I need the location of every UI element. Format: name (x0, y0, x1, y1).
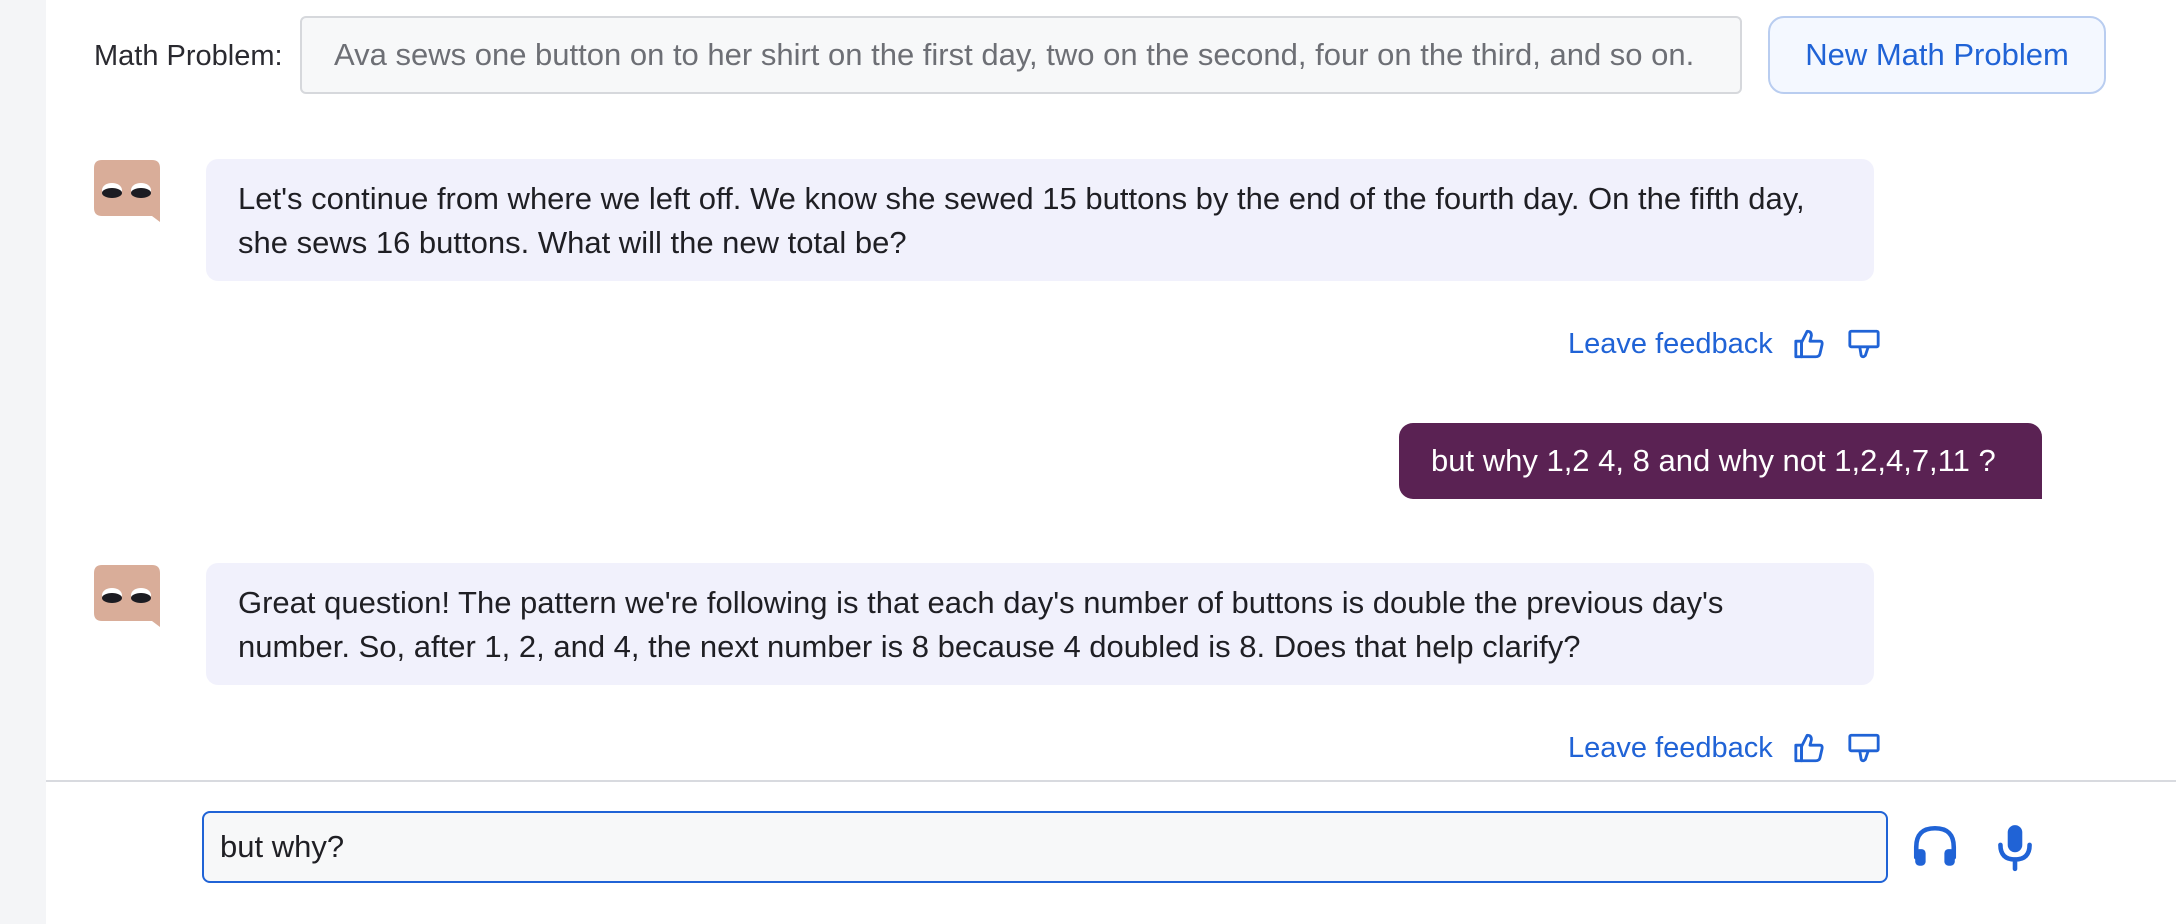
thumbs-up-icon[interactable] (1793, 327, 1827, 361)
robot-face-icon (94, 565, 160, 631)
bot-message: Great question! The pattern we're follow… (206, 563, 1874, 685)
feedback-row: Leave feedback (1568, 324, 1881, 364)
headphones-icon[interactable] (1910, 822, 1960, 872)
robot-face-icon (94, 160, 160, 226)
leave-feedback-link[interactable]: Leave feedback (1568, 324, 1773, 364)
chat-input[interactable]: but why? (202, 811, 1888, 883)
thumbs-down-icon[interactable] (1847, 731, 1881, 765)
leave-feedback-link[interactable]: Leave feedback (1568, 728, 1773, 768)
microphone-icon[interactable] (1990, 822, 2040, 872)
math-problem-label: Math Problem: (94, 40, 283, 72)
user-message: but why 1,2 4, 8 and why not 1,2,4,7,11 … (1399, 423, 2042, 499)
composer-divider (46, 780, 2176, 782)
left-sidebar-strip (0, 0, 46, 924)
thumbs-up-icon[interactable] (1793, 731, 1827, 765)
new-math-problem-button[interactable]: New Math Problem (1768, 16, 2106, 94)
bot-message-text: Great question! The pattern we're follow… (238, 585, 1724, 664)
thumbs-down-icon[interactable] (1847, 327, 1881, 361)
bot-message-text: Let's continue from where we left off. W… (238, 181, 1805, 260)
math-problem-field[interactable]: Ava sews one button on to her shirt on t… (300, 16, 1742, 94)
bot-message: Let's continue from where we left off. W… (206, 159, 1874, 281)
feedback-row: Leave feedback (1568, 728, 1881, 768)
